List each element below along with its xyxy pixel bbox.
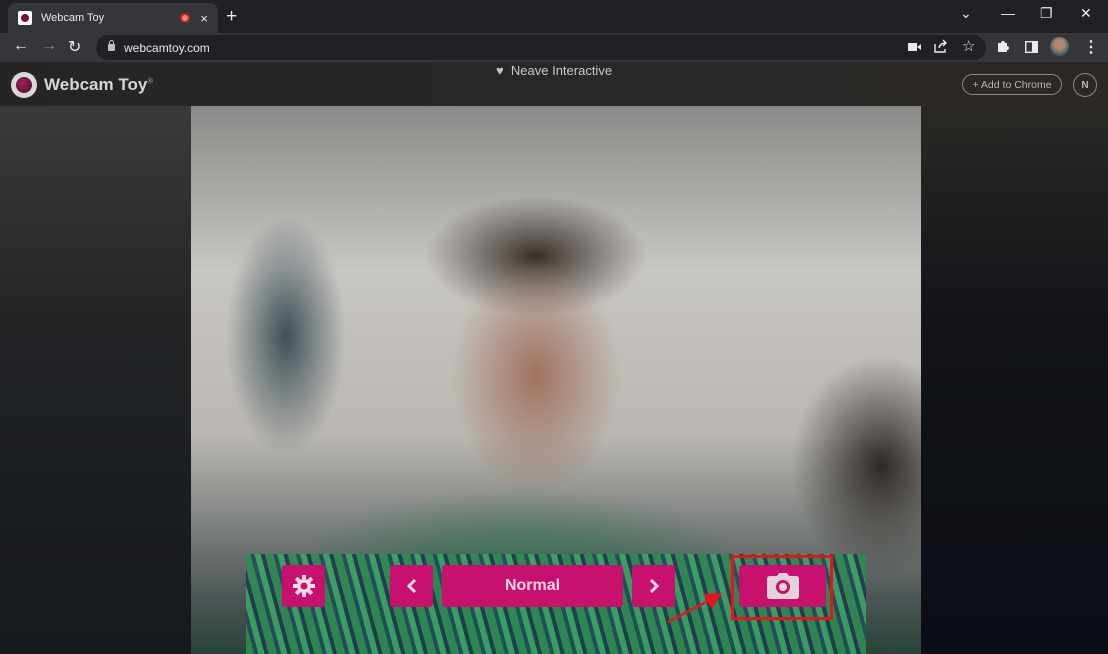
capture-highlight-box [731,555,833,620]
filter-name-button[interactable]: Normal [442,565,623,607]
site-header: Webcam Toy® ♥ Neave Interactive + Add to… [0,62,1108,106]
favicon-icon [18,11,32,25]
credit-text: Neave Interactive [510,63,613,78]
camera-in-use-icon[interactable] [908,40,921,55]
site-brand[interactable]: Webcam Toy® [44,75,153,95]
gear-icon [292,574,316,598]
left-backdrop [0,106,191,654]
next-filter-button[interactable] [632,565,675,607]
forward-button[interactable]: → [41,37,57,55]
address-bar[interactable]: webcamtoy.com [96,35,986,60]
tab-title: Webcam Toy [41,12,105,24]
credit-link[interactable]: ♥ Neave Interactive [0,63,1108,78]
url-text: webcamtoy.com [124,40,210,55]
extensions-icon[interactable] [996,39,1010,56]
bookmark-star-icon[interactable]: ☆ [962,37,975,55]
right-backdrop [921,106,1108,654]
browser-toolbar: ← → ↻ webcamtoy.com ☆ ⋮ [0,33,1108,62]
menu-icon[interactable]: ⋮ [1083,37,1099,57]
tab-search-icon[interactable]: ⌄ [960,5,972,22]
previous-filter-button[interactable] [390,565,433,607]
lock-icon [108,40,115,51]
restore-button[interactable]: ❐ [1040,5,1053,22]
heart-icon: ♥ [495,63,504,78]
webcam-toy-page: Webcam Toy® ♥ Neave Interactive + Add to… [0,62,1108,654]
minimize-button[interactable]: — [1001,5,1015,21]
add-to-chrome-button[interactable]: + Add to Chrome [962,74,1062,95]
window-close-button[interactable]: ✕ [1080,5,1092,22]
chevron-right-icon [648,578,660,594]
settings-button[interactable] [282,565,325,607]
back-button[interactable]: ← [13,37,29,55]
profile-avatar[interactable] [1050,37,1069,56]
side-panel-icon[interactable] [1024,40,1039,56]
new-tab-button[interactable]: + [226,6,237,28]
reload-button[interactable]: ↻ [68,37,81,57]
neave-icon[interactable]: N [1073,73,1097,97]
share-icon[interactable] [934,39,949,56]
recording-icon [180,13,191,23]
tab-webcam-toy[interactable]: Webcam Toy × [8,3,218,33]
chevron-left-icon [406,578,418,594]
browser-tab-strip: Webcam Toy × + ⌄ — ❐ ✕ [0,0,1108,33]
tab-close-icon[interactable]: × [200,11,208,26]
